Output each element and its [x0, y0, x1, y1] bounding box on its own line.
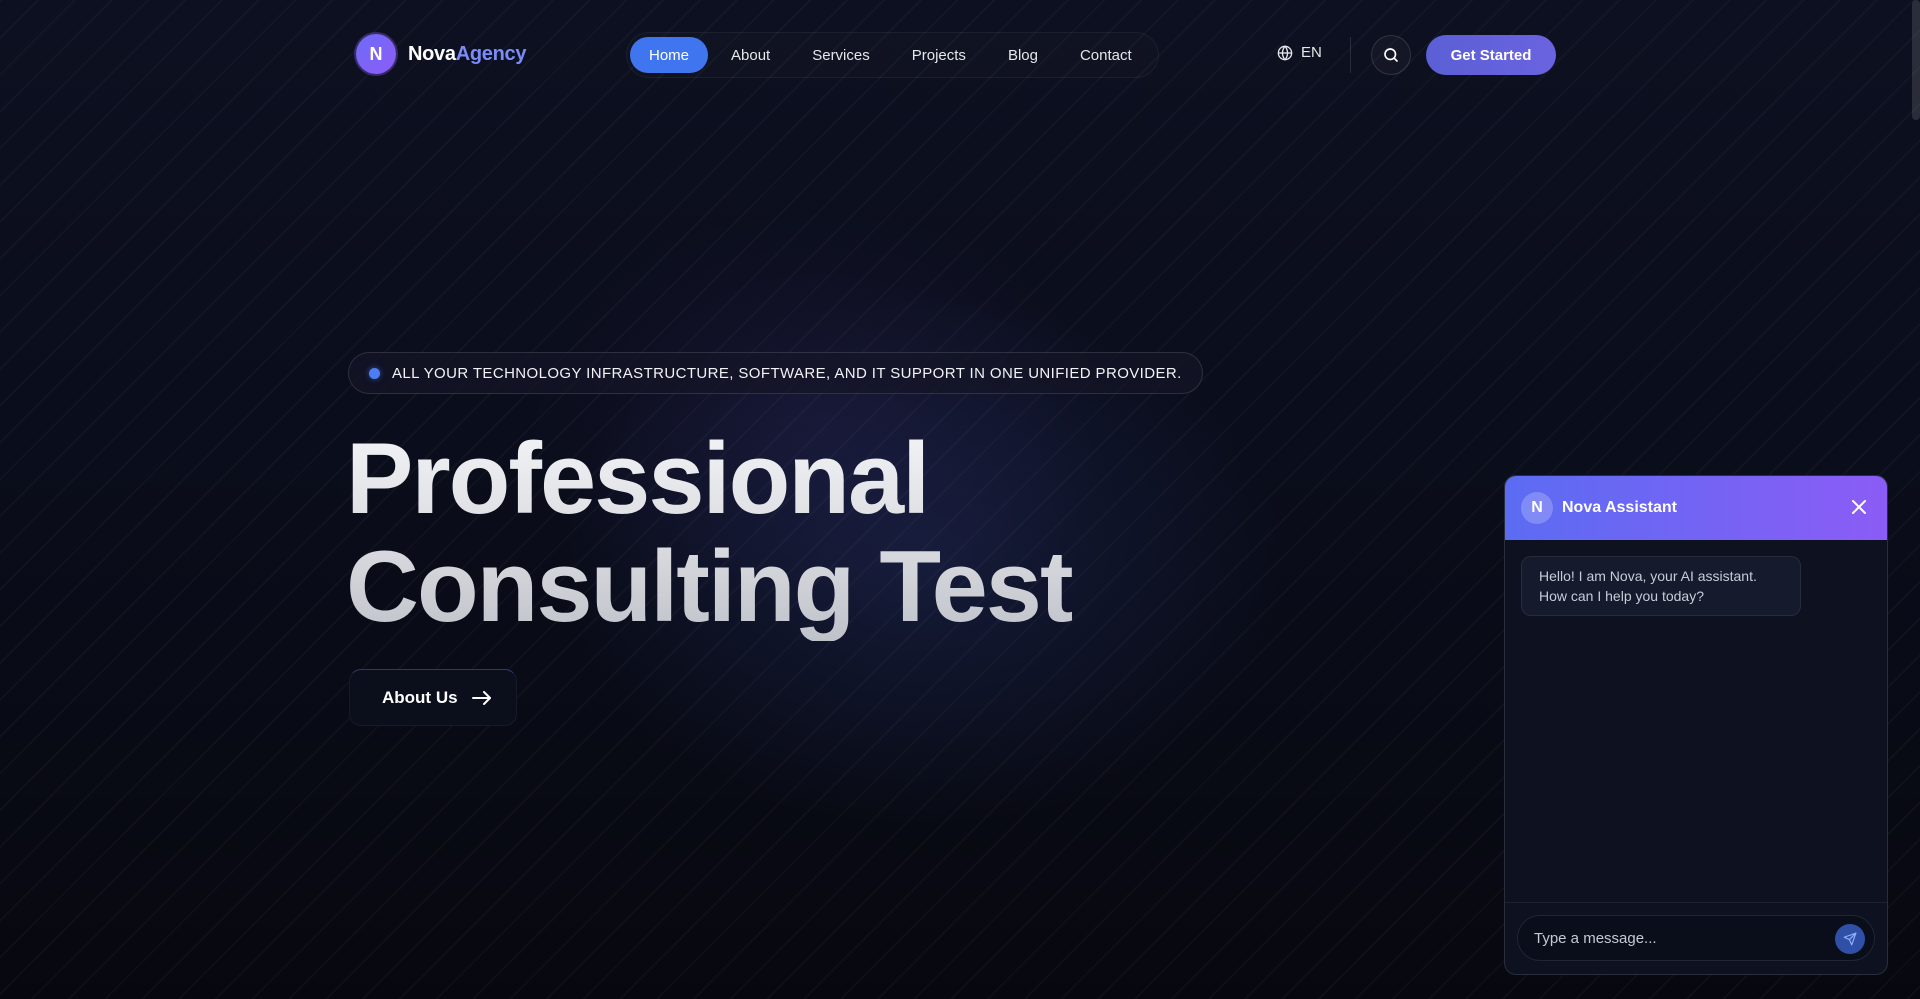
chat-footer: [1505, 902, 1887, 974]
logo-name-secondary: Agency: [455, 42, 527, 65]
chat-header: N Nova Assistant: [1505, 476, 1887, 540]
logo[interactable]: N NovaAgency: [356, 34, 526, 74]
main-nav: Home About Services Projects Blog Contac…: [626, 32, 1159, 78]
logo-text: NovaAgency: [408, 43, 526, 66]
hero-title-line-1: Professional: [346, 423, 929, 535]
language-switcher[interactable]: EN: [1277, 44, 1322, 61]
close-icon[interactable]: [1851, 499, 1867, 515]
get-started-button[interactable]: Get Started: [1426, 35, 1556, 75]
nav-item-contact[interactable]: Contact: [1061, 37, 1151, 73]
search-button[interactable]: [1371, 35, 1411, 75]
language-label: EN: [1301, 44, 1322, 61]
scrollbar[interactable]: [1912, 0, 1920, 120]
site-header: N NovaAgency Home About Services Project…: [0, 0, 1920, 110]
nav-item-services[interactable]: Services: [793, 37, 889, 73]
logo-badge: N: [356, 34, 396, 74]
nav-item-home[interactable]: Home: [630, 37, 709, 73]
arrow-right-icon: [471, 690, 491, 705]
header-divider: [1350, 37, 1351, 73]
nav-item-about[interactable]: About: [712, 37, 789, 73]
about-us-button[interactable]: About Us: [349, 669, 517, 726]
hero-title-line-2: Consulting Test: [346, 531, 1072, 643]
globe-icon: [1277, 44, 1293, 61]
logo-name-primary: Nova: [408, 42, 456, 65]
badge-dot: [369, 367, 380, 379]
chat-message-assistant: Hello! I am Nova, your AI assistant. How…: [1521, 556, 1801, 616]
hero-badge: ALL YOUR TECHNOLOGY INFRASTRUCTURE, SOFT…: [348, 352, 1203, 394]
send-icon: [1843, 932, 1857, 946]
chat-message-input[interactable]: [1517, 915, 1875, 961]
hero-badge-text: ALL YOUR TECHNOLOGY INFRASTRUCTURE, SOFT…: [392, 364, 1182, 382]
nav-item-projects[interactable]: Projects: [893, 37, 985, 73]
send-button[interactable]: [1835, 924, 1865, 954]
chat-widget: N Nova Assistant Hello! I am Nova, your …: [1504, 475, 1888, 975]
hero-title: Professional Consulting Test: [346, 425, 1072, 641]
chat-avatar: N: [1521, 492, 1553, 524]
about-us-label: About Us: [382, 687, 458, 707]
search-icon: [1384, 48, 1398, 62]
nav-item-blog[interactable]: Blog: [989, 37, 1057, 73]
chat-title: Nova Assistant: [1562, 499, 1677, 516]
